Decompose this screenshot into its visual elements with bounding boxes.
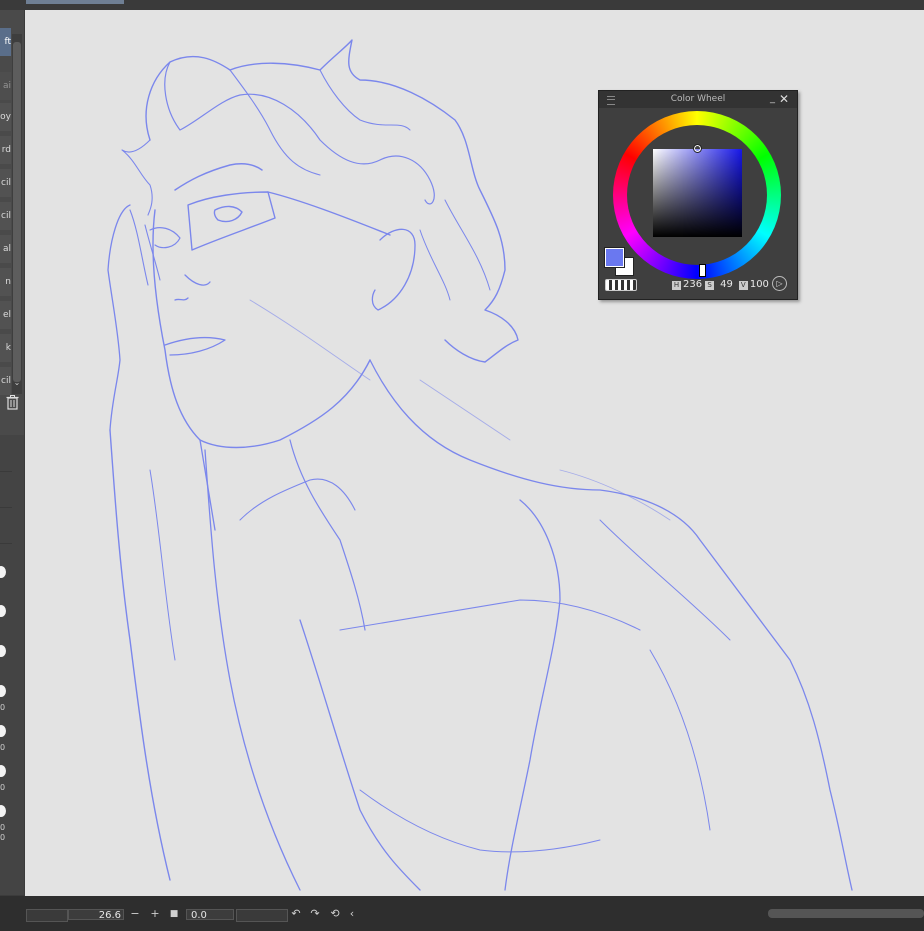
brush-size-dot[interactable]	[0, 645, 6, 657]
zoom-in-button[interactable]: +	[149, 908, 161, 920]
transparent-color-swatch[interactable]	[605, 279, 637, 291]
brush-size-label: 0	[0, 833, 6, 842]
zoom-input[interactable]: 26.6	[68, 909, 124, 921]
subtool-item-4[interactable]: rd	[0, 136, 11, 164]
subtool-item-2[interactable]: ai	[0, 72, 11, 100]
value-label: V	[738, 281, 748, 290]
navigator-bar: 26.6 − + ■ 0.0 ↶ ↷ ⟲ ‹	[0, 896, 924, 931]
subtool-item-10[interactable]: k	[0, 334, 11, 362]
brush-size-dot[interactable]	[0, 805, 6, 817]
hue-value: 236	[683, 279, 703, 290]
hue-picker-handle[interactable]	[699, 264, 706, 277]
subtool-item-1[interactable]: ft	[0, 28, 11, 56]
subtool-item-11[interactable]: cil	[0, 367, 11, 395]
reset-rotation-button[interactable]: ⟲	[329, 908, 341, 920]
color-wheel-panel: Color Wheel _ ✕ H 236 S 49 V 100 ▷	[598, 90, 798, 300]
sv-picker-handle[interactable]	[693, 144, 702, 153]
close-icon[interactable]: ✕	[779, 93, 789, 105]
zoom-slider[interactable]	[26, 909, 68, 922]
rotation-slider[interactable]	[236, 909, 288, 922]
hsv-readout: H 236 S 49 V 100	[669, 279, 769, 291]
rotate-right-button[interactable]: ↷	[309, 908, 321, 920]
subtool-item-6[interactable]: cil	[0, 202, 11, 230]
subtool-item-7[interactable]: al	[0, 235, 11, 263]
brush-size-dot[interactable]	[0, 605, 6, 617]
brush-size-dot[interactable]	[0, 725, 6, 737]
brush-size-dot[interactable]	[0, 685, 6, 697]
saturation-value-square[interactable]	[653, 149, 742, 237]
brush-size-row[interactable]	[0, 435, 12, 472]
color-wheel-title[interactable]: Color Wheel	[599, 91, 797, 108]
brush-size-label: 0	[0, 743, 6, 752]
subtool-item-5[interactable]: cil	[0, 169, 11, 197]
minimize-icon[interactable]: _	[770, 94, 775, 104]
color-mode-icon[interactable]: ▷	[772, 276, 787, 291]
top-title-bar	[0, 0, 924, 10]
main-color-swatch[interactable]	[605, 248, 624, 267]
scrollbar-thumb[interactable]	[13, 42, 21, 382]
document-tab[interactable]	[26, 0, 124, 4]
brush-size-dot[interactable]	[0, 566, 6, 578]
subtool-item-8[interactable]: n	[0, 268, 11, 296]
fit-to-screen-button[interactable]: ■	[168, 908, 180, 920]
rotate-left-button[interactable]: ↶	[290, 908, 302, 920]
collapse-navigator-button[interactable]: ‹	[346, 908, 358, 920]
brush-size-panel: 0 0 0 0 0	[0, 435, 24, 895]
brush-size-label: 0	[0, 703, 6, 712]
brush-size-row[interactable]	[0, 507, 12, 544]
zoom-out-button[interactable]: −	[129, 908, 141, 920]
value-value: 100	[749, 279, 769, 290]
brush-size-label: 0	[0, 783, 6, 792]
subtool-item-3[interactable]: oy	[0, 103, 11, 131]
chevron-down-icon[interactable]: ⌄	[12, 378, 22, 388]
brush-size-dot[interactable]	[0, 765, 6, 777]
subtool-panel: ft ai oy rd cil cil al n el k cil ⌄ 0 0 …	[0, 10, 24, 895]
brush-size-label: 0	[0, 823, 6, 832]
saturation-label: S	[705, 281, 715, 290]
subtool-scrollbar[interactable]	[12, 34, 22, 394]
hue-label: H	[672, 281, 681, 290]
panel-menu-icon[interactable]	[607, 96, 615, 105]
saturation-value: 49	[720, 279, 733, 290]
trash-icon[interactable]	[6, 395, 19, 410]
brush-size-row[interactable]	[0, 471, 12, 508]
subtool-item-9[interactable]: el	[0, 301, 11, 329]
horizontal-scrollbar[interactable]	[768, 909, 924, 918]
rotation-input[interactable]: 0.0	[186, 909, 234, 921]
